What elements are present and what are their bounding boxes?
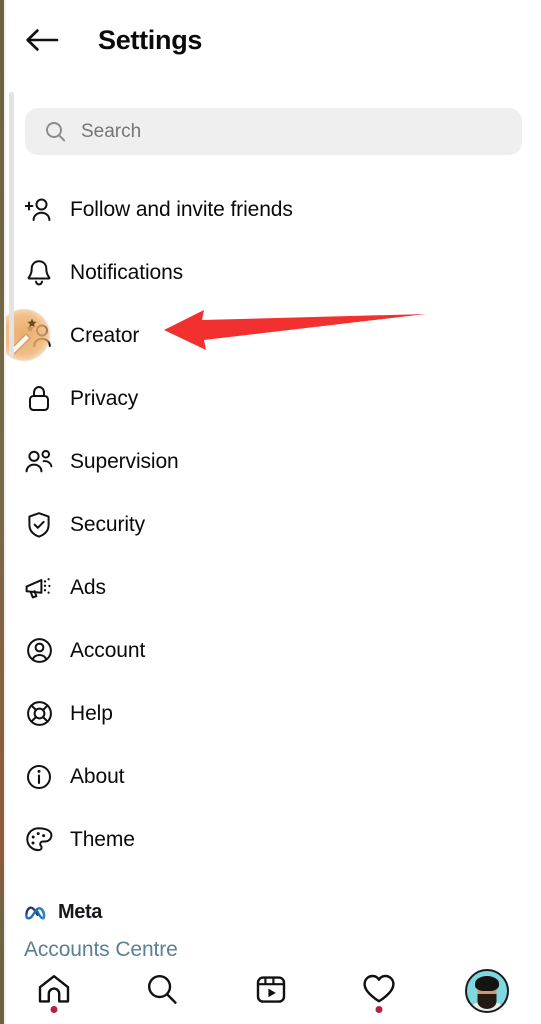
person-circle-icon (24, 636, 54, 666)
menu-item-label: Ads (70, 575, 106, 599)
meta-infinity-logo-icon (24, 902, 52, 922)
scrollbar-track[interactable] (9, 92, 14, 357)
nav-item-search[interactable] (108, 958, 216, 1024)
bell-icon (24, 258, 54, 288)
menu-item-ads[interactable]: Ads (0, 556, 541, 619)
screen-edge-border (0, 0, 4, 1024)
menu-item-about[interactable]: About (0, 745, 541, 808)
avatar-hair (474, 975, 499, 991)
menu-item-creator[interactable]: Creator (0, 304, 541, 367)
settings-screen: Settings Follow and invite friends (0, 0, 541, 1024)
activity-badge-dot (375, 1006, 383, 1013)
search-bar[interactable] (25, 108, 522, 155)
nav-item-activity[interactable] (325, 958, 433, 1024)
menu-item-follow-and-invite-friends[interactable]: Follow and invite friends (0, 178, 541, 241)
two-people-icon (24, 447, 54, 477)
meta-brand-name: Meta (58, 900, 102, 923)
meta-brand-row: Meta (24, 896, 424, 928)
palette-icon (24, 825, 54, 855)
bottom-navigation-bar (0, 957, 541, 1024)
search-icon (44, 121, 66, 143)
nav-item-reels[interactable] (216, 958, 324, 1024)
shield-check-icon (24, 510, 54, 540)
megaphone-icon (24, 573, 54, 603)
person-add-icon (24, 195, 54, 225)
info-circle-icon (24, 762, 54, 792)
menu-item-security[interactable]: Security (0, 493, 541, 556)
home-badge-dot (50, 1006, 58, 1013)
search-icon (146, 973, 178, 1010)
menu-item-label: Supervision (70, 449, 179, 473)
heart-icon (362, 973, 396, 1009)
lifebuoy-icon (24, 699, 54, 729)
nav-item-home[interactable] (0, 958, 108, 1024)
page-title: Settings (98, 25, 203, 55)
menu-item-label: Creator (70, 323, 140, 347)
settings-menu-list: Follow and invite friends Notifications … (0, 178, 541, 871)
back-arrow-icon[interactable] (24, 22, 60, 58)
menu-item-supervision[interactable]: Supervision (0, 430, 541, 493)
header-bar: Settings (0, 0, 541, 84)
menu-item-account[interactable]: Account (0, 619, 541, 682)
avatar-beard (477, 993, 497, 1009)
nav-item-profile[interactable] (433, 958, 541, 1024)
menu-item-privacy[interactable]: Privacy (0, 367, 541, 430)
menu-item-label: Help (70, 701, 113, 725)
home-icon (37, 973, 71, 1010)
lock-icon (24, 384, 54, 414)
menu-item-label: Notifications (70, 260, 184, 284)
menu-item-help[interactable]: Help (0, 682, 541, 745)
menu-item-label: Privacy (70, 386, 139, 410)
avatar-icon (464, 969, 509, 1013)
menu-item-label: Theme (70, 827, 135, 851)
menu-item-label: Security (70, 512, 146, 536)
meta-section: Meta Accounts Centre (24, 896, 424, 962)
menu-item-theme[interactable]: Theme (0, 808, 541, 871)
menu-item-notifications[interactable]: Notifications (0, 241, 541, 304)
creator-star-person-icon (24, 321, 54, 351)
screen-edge-inner (4, 0, 6, 1024)
menu-item-label: Follow and invite friends (70, 197, 293, 221)
menu-item-label: About (70, 764, 125, 788)
search-input[interactable] (81, 120, 522, 143)
menu-item-label: Account (70, 638, 146, 662)
reels-icon (255, 973, 287, 1010)
